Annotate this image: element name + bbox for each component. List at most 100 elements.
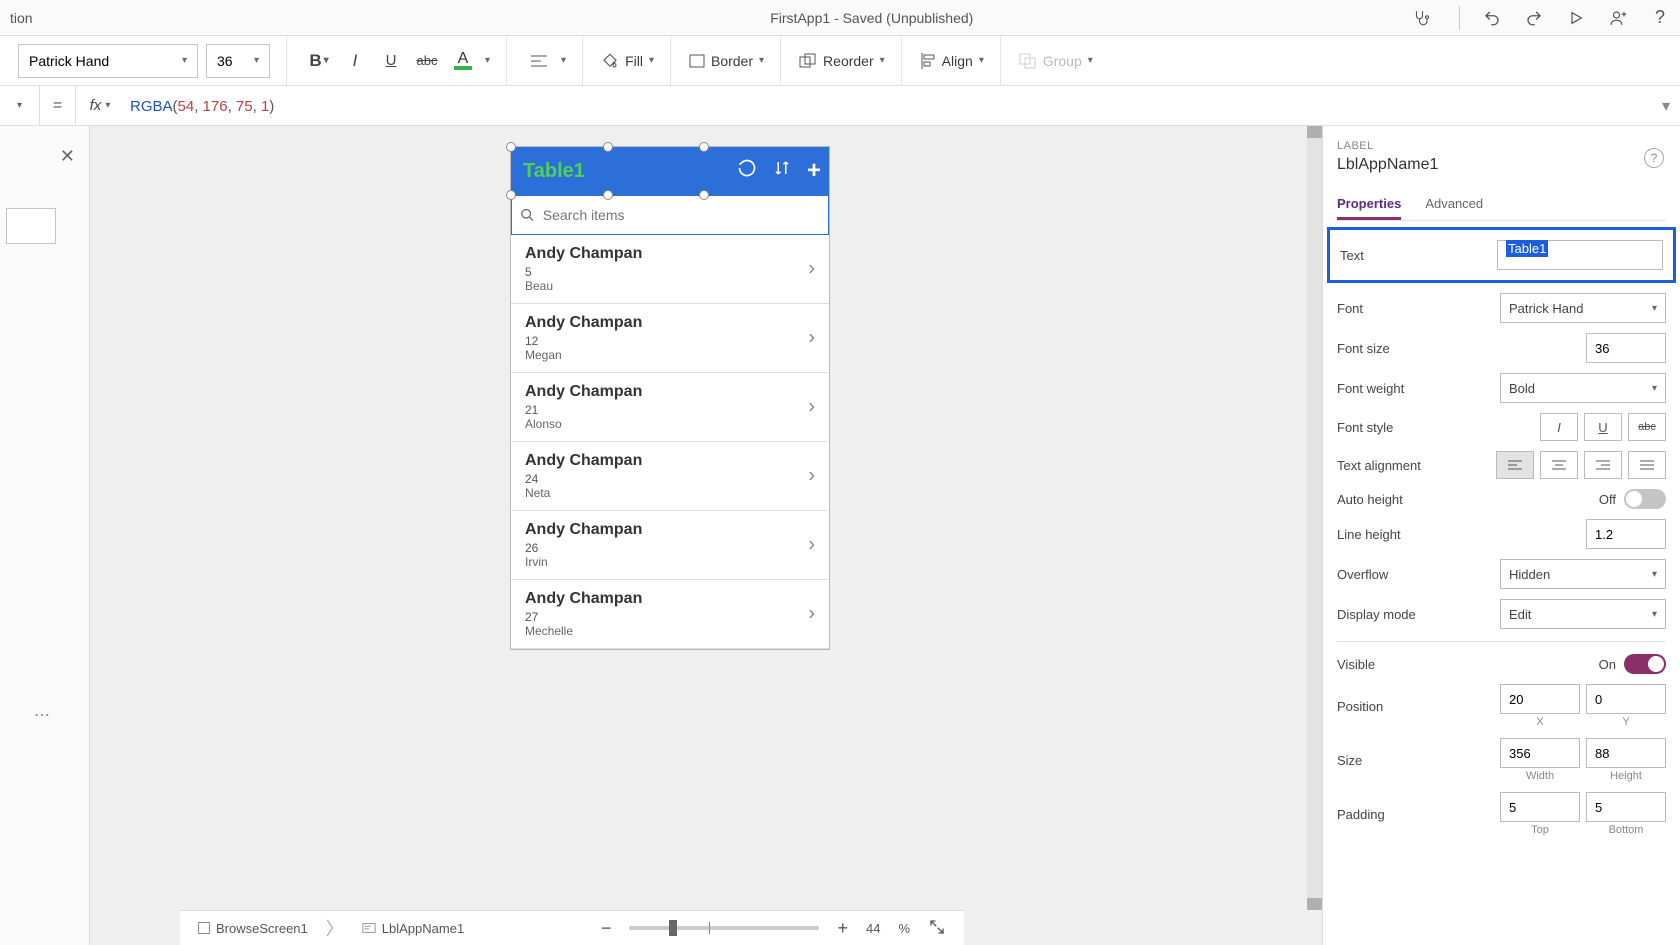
align-left-button[interactable]	[1496, 451, 1534, 479]
app-header[interactable]: Table1 +	[511, 147, 829, 195]
share-icon[interactable]	[1608, 8, 1628, 28]
font-color-button[interactable]: A	[449, 47, 477, 75]
breadcrumb-control[interactable]: LblAppName1	[362, 921, 464, 936]
zoom-out-button[interactable]: −	[601, 918, 612, 939]
chevron-down-icon[interactable]: ▾	[561, 55, 566, 66]
border-button[interactable]: Border ▾	[689, 53, 764, 69]
width-input[interactable]	[1500, 738, 1580, 768]
fontsize-input[interactable]	[1586, 333, 1666, 363]
list-item-sub2: Mechelle	[525, 624, 815, 638]
formula-bar: ▾ = fx▾ RGBA(54, 176, 75, 1) ▾	[0, 86, 1680, 126]
chevron-down-icon: ▾	[182, 55, 187, 66]
more-icon[interactable]: ⋯	[34, 705, 50, 725]
add-icon[interactable]: +	[807, 157, 821, 185]
list-item-name: Andy Champan	[525, 452, 815, 470]
play-icon[interactable]	[1566, 8, 1586, 28]
search-box[interactable]	[511, 195, 829, 235]
zoom-slider[interactable]	[629, 926, 819, 930]
underline-button[interactable]: U	[377, 47, 405, 75]
chevron-right-icon[interactable]: ›	[808, 603, 815, 626]
zoom-in-button[interactable]: +	[837, 918, 848, 939]
list-item[interactable]: Andy Champan 27 Mechelle ›	[511, 580, 829, 649]
font-select[interactable]: Patrick Hand▾	[1500, 293, 1666, 323]
bold-button[interactable]: B▾	[305, 47, 333, 75]
canvas-area[interactable]: Table1 + Andy Champan 5 Beau	[90, 126, 1322, 945]
chevron-down-icon[interactable]: ▾	[485, 55, 490, 66]
help-icon[interactable]: ?	[1644, 148, 1664, 168]
prop-label-size: Size	[1337, 753, 1362, 768]
visible-toggle[interactable]	[1624, 654, 1666, 674]
chevron-right-icon[interactable]: ›	[808, 258, 815, 281]
chevron-right-icon[interactable]: ›	[808, 327, 815, 350]
fx-label[interactable]: fx▾	[76, 97, 124, 114]
search-input[interactable]	[543, 207, 820, 223]
prop-label-font: Font	[1337, 301, 1363, 316]
lineheight-input[interactable]	[1586, 519, 1666, 549]
fill-button[interactable]: Fill ▾	[601, 52, 654, 70]
formula-input[interactable]: RGBA(54, 176, 75, 1)	[124, 97, 1652, 115]
chevron-right-icon[interactable]: ›	[808, 534, 815, 557]
list-item[interactable]: Andy Champan 21 Alonso ›	[511, 373, 829, 442]
autoheight-toggle[interactable]	[1624, 489, 1666, 509]
screen-icon	[198, 922, 210, 934]
tab-properties[interactable]: Properties	[1337, 190, 1401, 220]
refresh-icon[interactable]	[737, 158, 757, 184]
autoheight-value: Off	[1599, 492, 1616, 507]
strikethrough-button[interactable]: abc	[413, 47, 441, 75]
help-icon[interactable]: ?	[1650, 8, 1670, 28]
pad-bottom-input[interactable]	[1586, 792, 1666, 822]
strike-toggle[interactable]: abc	[1628, 413, 1666, 441]
list-item-sub1: 27	[525, 610, 815, 624]
tab-advanced[interactable]: Advanced	[1425, 190, 1483, 220]
stethoscope-icon[interactable]	[1411, 8, 1431, 28]
list-item[interactable]: Andy Champan 26 Irvin ›	[511, 511, 829, 580]
list-item[interactable]: Andy Champan 5 Beau ›	[511, 235, 829, 304]
italic-button[interactable]: I	[341, 47, 369, 75]
height-input[interactable]	[1586, 738, 1666, 768]
list-item[interactable]: Andy Champan 12 Megan ›	[511, 304, 829, 373]
font-size-value: 36	[217, 53, 233, 69]
pos-y-input[interactable]	[1586, 684, 1666, 714]
pad-top-input[interactable]	[1500, 792, 1580, 822]
close-icon[interactable]: ✕	[60, 146, 75, 167]
chevron-down-icon: ▾	[1088, 55, 1093, 66]
align-center-button[interactable]	[1540, 451, 1578, 479]
underline-toggle[interactable]: U	[1584, 413, 1622, 441]
sort-icon[interactable]	[773, 158, 791, 184]
font-size-select[interactable]: 36 ▾	[206, 44, 270, 78]
border-label: Border	[711, 53, 753, 69]
group-button: Group ▾	[1019, 53, 1093, 69]
list-item-name: Andy Champan	[525, 383, 815, 401]
list-item-name: Andy Champan	[525, 590, 815, 608]
align-button[interactable]: Align ▾	[920, 53, 984, 69]
list-item-sub1: 12	[525, 334, 815, 348]
chevron-right-icon[interactable]: ›	[808, 396, 815, 419]
displaymode-select[interactable]: Edit▾	[1500, 599, 1666, 629]
breadcrumb-screen[interactable]: BrowseScreen1	[198, 921, 308, 936]
screen-thumbnail[interactable]	[6, 208, 56, 244]
fit-screen-icon[interactable]	[928, 918, 946, 939]
fill-label: Fill	[625, 53, 643, 69]
control-category: LABEL	[1337, 140, 1666, 152]
italic-toggle[interactable]: I	[1540, 413, 1578, 441]
expand-formula-icon[interactable]: ▾	[1652, 96, 1680, 116]
group-label: Group	[1043, 53, 1082, 69]
property-dropdown[interactable]: ▾	[0, 86, 40, 125]
chevron-right-icon[interactable]: ›	[808, 465, 815, 488]
vertical-scrollbar[interactable]	[1307, 126, 1322, 910]
text-input[interactable]: Table1	[1497, 240, 1663, 270]
align-right-button[interactable]	[1584, 451, 1622, 479]
overflow-select[interactable]: Hidden▾	[1500, 559, 1666, 589]
pos-x-input[interactable]	[1500, 684, 1580, 714]
fontweight-select[interactable]: Bold▾	[1500, 373, 1666, 403]
redo-icon[interactable]	[1524, 8, 1544, 28]
prop-label-fontweight: Font weight	[1337, 381, 1404, 396]
undo-icon[interactable]	[1482, 8, 1502, 28]
text-align-button[interactable]	[525, 47, 553, 75]
reorder-button[interactable]: Reorder ▾	[799, 53, 885, 69]
left-panel: ✕ ⋯	[0, 126, 90, 945]
chevron-down-icon: ▾	[880, 55, 885, 66]
font-name-select[interactable]: Patrick Hand ▾	[18, 44, 198, 78]
align-justify-button[interactable]	[1628, 451, 1666, 479]
list-item[interactable]: Andy Champan 24 Neta ›	[511, 442, 829, 511]
